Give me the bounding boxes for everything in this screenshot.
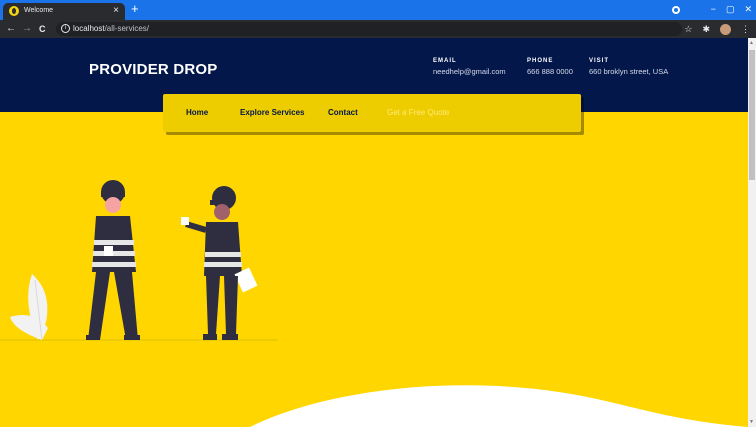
hero-section	[0, 112, 748, 427]
url-text[interactable]: localhost/all-services/	[73, 24, 149, 34]
hero-illustration	[0, 180, 748, 427]
nav-explore-services[interactable]: Explore Services	[240, 108, 304, 117]
url-path: /all-services/	[104, 24, 150, 33]
nav-home[interactable]: Home	[186, 108, 208, 117]
contact-value[interactable]: needhelp@gmail.com	[433, 67, 506, 76]
back-icon[interactable]: ←	[6, 22, 16, 36]
avatar[interactable]	[720, 23, 731, 35]
contact-phone: PHONE 666 888 0000	[527, 58, 573, 76]
forward-icon[interactable]: →	[22, 22, 32, 36]
brand-logo[interactable]: PROVIDER DROP	[89, 61, 217, 78]
extensions-icon[interactable]: ✱	[702, 22, 710, 36]
contact-value[interactable]: 666 888 0000	[527, 67, 573, 76]
minimize-button[interactable]: −	[711, 2, 716, 16]
reload-icon[interactable]: C	[39, 22, 46, 36]
page: Welcome × + − ▢ ✕ ← → C i localhost/all-…	[0, 0, 756, 427]
scroll-up-icon[interactable]: ▲	[749, 40, 754, 46]
scroll-down-icon[interactable]: ▼	[749, 419, 754, 425]
contact-email: EMAIL needhelp@gmail.com	[433, 58, 506, 76]
favicon-icon	[9, 6, 19, 16]
menu-icon[interactable]: ⋮	[741, 22, 750, 36]
scroll-thumb[interactable]	[749, 50, 755, 180]
new-tab-button[interactable]: +	[131, 2, 139, 16]
tab-title: Welcome	[24, 7, 54, 14]
tab-close-icon[interactable]: ×	[113, 5, 119, 17]
nav-contact[interactable]: Contact	[328, 108, 358, 117]
url-host: localhost	[73, 24, 105, 33]
maximize-button[interactable]: ▢	[726, 2, 735, 16]
star-icon[interactable]: ☆	[684, 22, 692, 36]
contact-label: VISIT	[589, 58, 610, 64]
window-controls: − ▢ ✕	[711, 2, 752, 16]
address-bar[interactable]: i localhost/all-services/	[56, 22, 682, 36]
nav-free-quote[interactable]: Get a Free Quote	[387, 108, 449, 117]
toolbar-actions: ☆ ✱ ⋮	[684, 22, 750, 36]
contact-visit: VISIT 660 broklyn street, USA	[589, 58, 668, 76]
main-nav: Home Explore Services Contact Get a Free…	[163, 94, 581, 132]
close-window-button[interactable]: ✕	[744, 2, 752, 16]
browser-tab[interactable]: Welcome ×	[3, 3, 125, 20]
page-scrollbar[interactable]: ▲ ▼	[748, 38, 756, 427]
info-icon[interactable]: i	[61, 24, 70, 33]
media-icon[interactable]	[672, 6, 680, 14]
contact-value: 660 broklyn street, USA	[589, 67, 669, 76]
contact-label: EMAIL	[433, 58, 457, 64]
contact-label: PHONE	[527, 58, 554, 64]
browser-toolbar: ← → C i localhost/all-services/ ☆ ✱ ⋮	[0, 20, 756, 38]
browser-tab-bar: Welcome × + − ▢ ✕	[0, 0, 756, 20]
